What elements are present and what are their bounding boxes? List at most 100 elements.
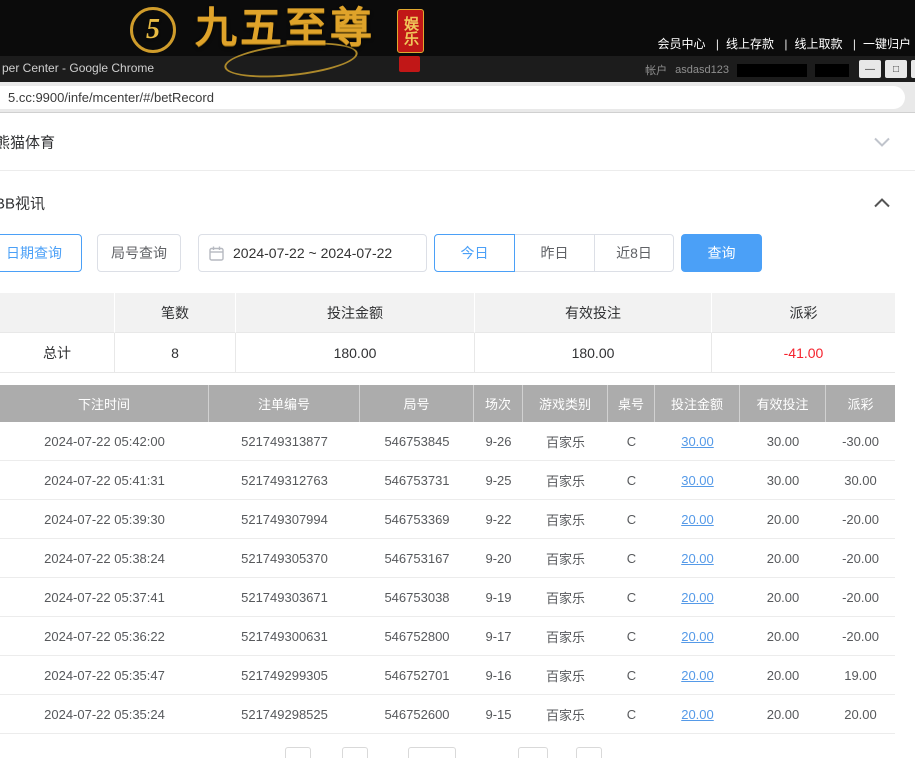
cell-round-no: 546753845	[360, 422, 474, 460]
cell-round-no: 546753369	[360, 500, 474, 538]
account-name: asdasd123	[675, 64, 729, 76]
address-bar[interactable]: 5.cc:9900/infe/mcenter/#/betRecord	[0, 86, 905, 109]
cell-valid-bet: 20.00	[740, 617, 826, 655]
round-query-button[interactable]: 局号查询	[97, 234, 181, 272]
date-query-button[interactable]: 日期查询	[0, 234, 82, 272]
chevron-up-icon[interactable]	[873, 197, 891, 208]
nav-online-withdraw[interactable]: 线上取款	[777, 37, 842, 51]
brand-badge: 娱乐	[397, 9, 424, 53]
header-round-no: 局号	[360, 385, 474, 422]
nav-online-deposit[interactable]: 线上存款	[709, 37, 774, 51]
cell-payout: 19.00	[826, 656, 895, 694]
table-row: 2024-07-22 05:35:24 521749298525 5467526…	[0, 695, 895, 734]
window-title: per Center - Google Chrome	[2, 61, 154, 75]
cell-round-no: 546752600	[360, 695, 474, 733]
cell-payout: -20.00	[826, 578, 895, 616]
cell-table-no: C	[608, 461, 655, 499]
cell-order-no: 521749312763	[209, 461, 360, 499]
section-panda-sports[interactable]: 熊猫体育	[0, 113, 915, 171]
chevron-down-icon[interactable]	[873, 136, 891, 147]
header-valid-bet: 有效投注	[740, 385, 826, 422]
header-session: 场次	[474, 385, 523, 422]
cell-order-no: 521749307994	[209, 500, 360, 538]
last-8-days-button[interactable]: 近8日	[594, 234, 674, 272]
summary-count-value: 8	[115, 333, 236, 373]
cell-valid-bet: 20.00	[740, 500, 826, 538]
cell-valid-bet: 20.00	[740, 539, 826, 577]
redaction-block	[815, 64, 849, 77]
section-bb-video[interactable]: BB视讯	[0, 171, 915, 234]
cell-session: 9-25	[474, 461, 523, 499]
brand-seal-icon	[399, 56, 420, 72]
table-row: 2024-07-22 05:42:00 521749313877 5467538…	[0, 422, 895, 461]
cell-table-no: C	[608, 539, 655, 577]
cell-table-no: C	[608, 578, 655, 616]
cell-payout: 30.00	[826, 461, 895, 499]
cell-game-type: 百家乐	[523, 461, 608, 499]
header-bet-amount: 投注金额	[655, 385, 740, 422]
cell-valid-bet: 20.00	[740, 578, 826, 616]
summary-header-valid: 有效投注	[475, 293, 712, 333]
cell-session: 9-26	[474, 422, 523, 460]
cell-payout: 20.00	[826, 695, 895, 733]
cell-table-no: C	[608, 617, 655, 655]
site-header: 5 九五至尊 娱乐 会员中心 线上存款 线上取款 一键归户	[0, 0, 915, 56]
search-button[interactable]: 查询	[681, 234, 762, 272]
bet-amount-link[interactable]: 20.00	[681, 707, 714, 722]
cell-game-type: 百家乐	[523, 422, 608, 460]
bet-amount-link[interactable]: 30.00	[681, 434, 714, 449]
cell-session: 9-22	[474, 500, 523, 538]
screen: 5 九五至尊 娱乐 会员中心 线上存款 线上取款 一键归户 per Center…	[0, 0, 915, 758]
calendar-icon	[209, 246, 224, 261]
pagination-control[interactable]	[285, 747, 311, 758]
cell-payout: -30.00	[826, 422, 895, 460]
filter-bar: 日期查询 局号查询 2024-07-22 ~ 2024-07-22 今日 昨日 …	[0, 234, 915, 293]
date-range-picker[interactable]: 2024-07-22 ~ 2024-07-22	[198, 234, 427, 272]
redaction-block	[737, 64, 807, 77]
summary-table: 笔数 投注金额 有效投注 派彩 总计 8 180.00 180.00 -41.0…	[0, 293, 895, 373]
pagination-control[interactable]	[408, 747, 456, 758]
pagination-control[interactable]	[518, 747, 548, 758]
yesterday-button[interactable]: 昨日	[514, 234, 595, 272]
bet-amount-link[interactable]: 20.00	[681, 551, 714, 566]
cell-session: 9-16	[474, 656, 523, 694]
cell-session: 9-20	[474, 539, 523, 577]
minimize-button[interactable]: —	[859, 60, 881, 78]
nav-one-key-transfer[interactable]: 一键归户	[846, 37, 911, 51]
cell-game-type: 百家乐	[523, 578, 608, 616]
browser-urlbar: 5.cc:9900/infe/mcenter/#/betRecord	[0, 82, 915, 113]
cell-round-no: 546753731	[360, 461, 474, 499]
bet-amount-link[interactable]: 20.00	[681, 590, 714, 605]
summary-valid-value: 180.00	[475, 333, 712, 373]
header-payout: 派彩	[826, 385, 895, 422]
cell-session: 9-17	[474, 617, 523, 655]
bet-amount-link[interactable]: 20.00	[681, 512, 714, 527]
today-button[interactable]: 今日	[434, 234, 515, 272]
nav-member-center[interactable]: 会员中心	[658, 37, 706, 51]
table-row: 2024-07-22 05:41:31 521749312763 5467537…	[0, 461, 895, 500]
window-controls: — □ ✕	[859, 60, 915, 78]
cell-game-type: 百家乐	[523, 656, 608, 694]
summary-header-bet: 投注金额	[236, 293, 475, 333]
cell-order-no: 521749313877	[209, 422, 360, 460]
cell-order-no: 521749298525	[209, 695, 360, 733]
cell-time: 2024-07-22 05:37:41	[0, 578, 209, 616]
cell-game-type: 百家乐	[523, 539, 608, 577]
cell-game-type: 百家乐	[523, 617, 608, 655]
close-button[interactable]: ✕	[911, 60, 915, 78]
cell-order-no: 521749303671	[209, 578, 360, 616]
cell-session: 9-15	[474, 695, 523, 733]
cell-time: 2024-07-22 05:42:00	[0, 422, 209, 460]
cell-payout: -20.00	[826, 617, 895, 655]
bet-amount-link[interactable]: 20.00	[681, 629, 714, 644]
header-order-no: 注单编号	[209, 385, 360, 422]
bet-amount-link[interactable]: 30.00	[681, 473, 714, 488]
cell-session: 9-19	[474, 578, 523, 616]
logo-5-icon: 5	[130, 7, 176, 53]
pagination-control[interactable]	[342, 747, 368, 758]
account-label: 帐户	[645, 62, 667, 78]
page-content: 熊猫体育 BB视讯 日期查询 局号查询 2024-07-22 ~ 2024	[0, 113, 915, 758]
bet-amount-link[interactable]: 20.00	[681, 668, 714, 683]
maximize-button[interactable]: □	[885, 60, 907, 78]
pagination-control[interactable]	[576, 747, 602, 758]
